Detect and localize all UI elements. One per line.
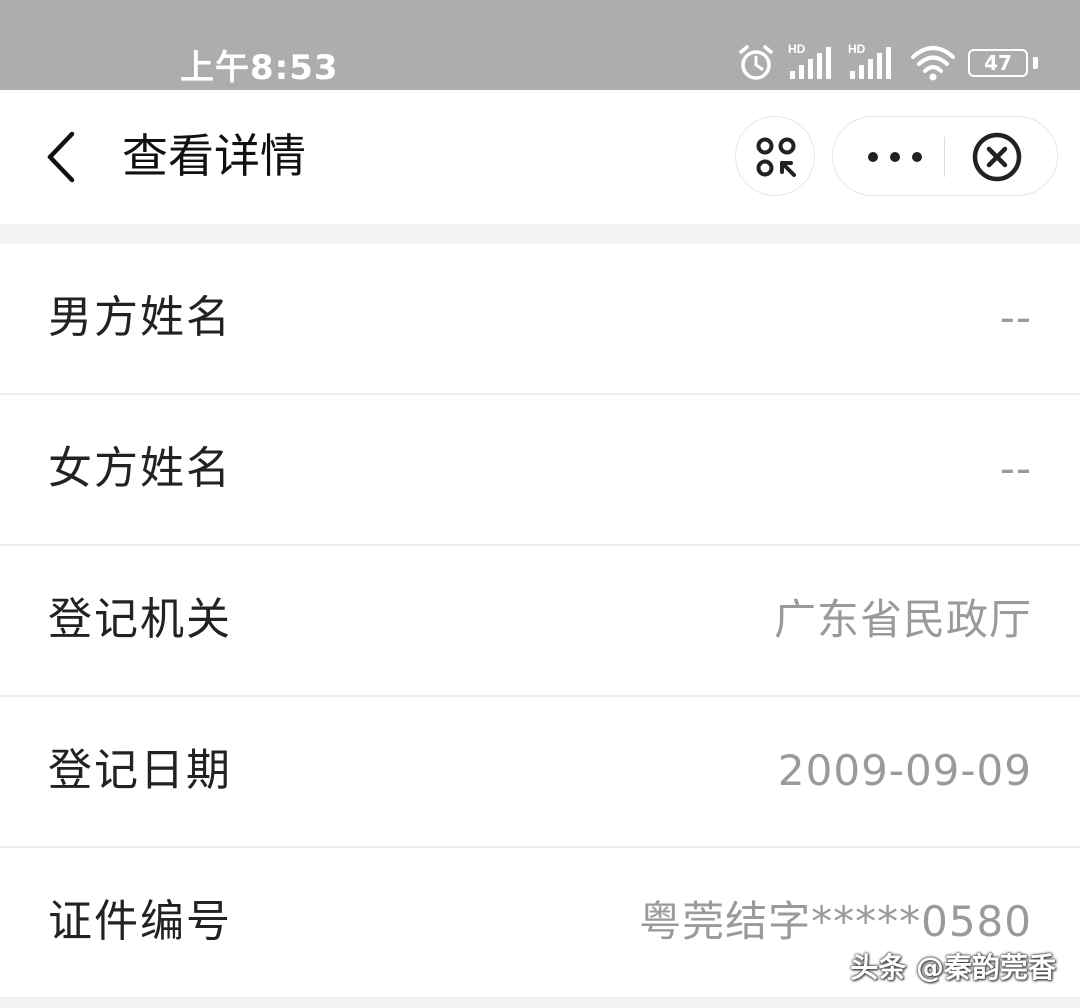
detail-value: 广东省民政厅 xyxy=(773,595,1032,644)
status-time: 上午8:53 xyxy=(180,48,339,88)
detail-label: 女方姓名 xyxy=(48,443,232,494)
scan-code-icon xyxy=(756,137,796,177)
detail-label: 证件编号 xyxy=(48,896,232,947)
detail-value: 2009-09-09 xyxy=(777,746,1032,795)
hd-label: HD xyxy=(848,43,866,56)
signal-icon: HD xyxy=(848,43,898,83)
more-dots-icon xyxy=(868,152,922,162)
more-button[interactable] xyxy=(855,127,935,187)
scan-button[interactable] xyxy=(735,116,815,196)
nav-bar: 查看详情 xyxy=(0,90,1080,224)
alarm-icon xyxy=(736,43,776,83)
back-button[interactable] xyxy=(30,120,100,190)
status-bar: 上午8:53 HD HD 47 xyxy=(0,0,1080,90)
screen: 上午8:53 HD HD 47 查看详情 男方姓名 -- 女方姓名 -- 登记机… xyxy=(0,0,1080,1008)
detail-row-registry-office: 登记机关 广东省民政厅 xyxy=(0,546,1080,697)
menu-capsule xyxy=(832,116,1058,196)
detail-value: -- xyxy=(999,293,1032,342)
battery-icon: 47 xyxy=(968,49,1038,77)
detail-row-registry-date: 登记日期 2009-09-09 xyxy=(0,697,1080,848)
close-button[interactable] xyxy=(971,131,1023,183)
detail-label: 登记日期 xyxy=(48,745,232,796)
detail-value: 粤莞结字*****0580 xyxy=(639,897,1032,946)
detail-label: 登记机关 xyxy=(48,594,232,645)
detail-value: -- xyxy=(999,444,1032,493)
status-icons: HD HD 47 xyxy=(736,40,1038,86)
wifi-icon xyxy=(910,43,956,83)
page-title: 查看详情 xyxy=(122,129,306,183)
hd-label: HD xyxy=(788,43,806,56)
close-circle-icon xyxy=(972,132,1022,182)
watermark: 头条 @秦韵莞香 xyxy=(850,951,1056,984)
signal-icon: HD xyxy=(788,43,838,83)
detail-row-groom-name: 男方姓名 -- xyxy=(0,244,1080,395)
details-list: 男方姓名 -- 女方姓名 -- 登记机关 广东省民政厅 登记日期 2009-09… xyxy=(0,244,1080,999)
battery-level: 47 xyxy=(984,51,1012,75)
chevron-left-icon xyxy=(47,131,75,183)
detail-row-bride-name: 女方姓名 -- xyxy=(0,395,1080,546)
capsule-divider xyxy=(944,137,945,177)
detail-label: 男方姓名 xyxy=(48,292,232,343)
